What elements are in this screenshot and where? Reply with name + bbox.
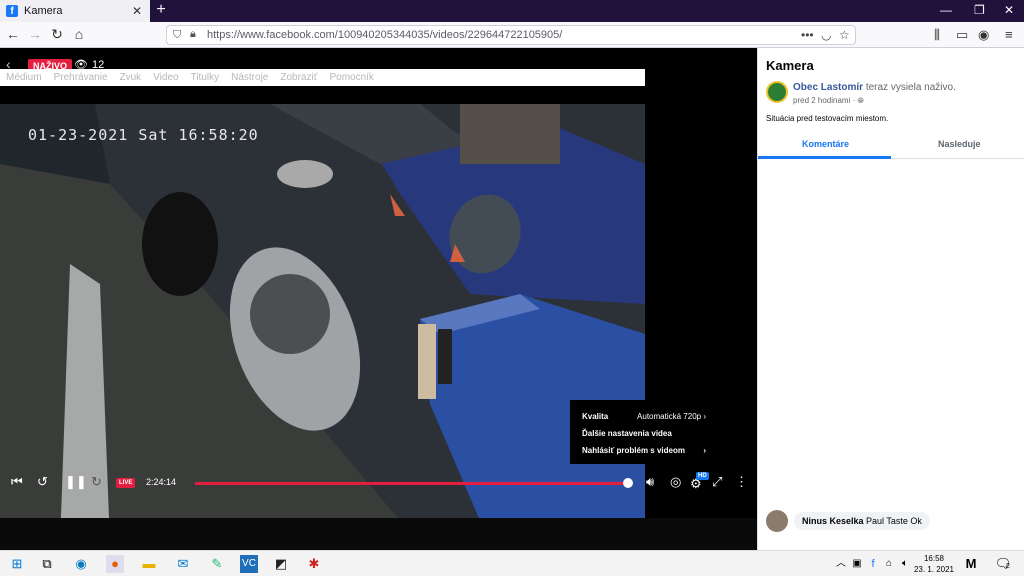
account-icon[interactable]: ◉ (978, 27, 989, 43)
report-option[interactable]: Nahlásiť problém s videom › (582, 446, 706, 455)
menu-item-video[interactable]: Video (153, 72, 178, 83)
pocket-icon[interactable]: ◡ (821, 28, 831, 42)
url-bar[interactable]: ⛉ 🔒︎ https://www.facebook.com/1009402053… (166, 25, 856, 45)
active-tab-indicator (758, 156, 891, 159)
home-icon[interactable]: ⌂ (70, 26, 88, 42)
network-app-icon[interactable]: ✱ (305, 555, 323, 573)
mail-icon[interactable]: ✉ (174, 555, 192, 573)
tab-following[interactable]: Nasleduje (938, 139, 981, 149)
rewind-10-icon[interactable]: ↺ (37, 474, 48, 490)
fullscreen-icon[interactable]: ⤢ (712, 474, 722, 490)
menu-item-audio[interactable]: Zvuk (120, 72, 142, 83)
author-line: Obec Lastomír teraz vysiela naživo. (793, 82, 956, 93)
skip-back-icon[interactable]: ⏮ (11, 474, 23, 490)
browser-tab[interactable]: f Kamera ✕ (0, 0, 150, 22)
tab-comments[interactable]: Komentáre (802, 139, 849, 149)
author-link[interactable]: Obec Lastomír (793, 82, 863, 93)
task-view-icon[interactable]: ⧉ (38, 555, 56, 573)
more-options-icon[interactable]: ⋮ (735, 474, 748, 490)
comment-text: Paul Taste Ok (866, 516, 922, 526)
chevron-right-icon: › (703, 412, 706, 421)
player-bottom-strip (0, 518, 757, 550)
post-time: pred 2 hodinami · 🌐︎ (793, 96, 864, 105)
menu-item-view[interactable]: Zobraziť (280, 72, 317, 83)
more-settings-option[interactable]: Ďalšie nastavenia videa (582, 429, 706, 438)
tray-mail-icon[interactable]: M (962, 555, 980, 573)
navigation-bar: ← → ↻ ⌂ ⛉ 🔒︎ https://www.facebook.com/10… (0, 22, 1024, 48)
menu-item-playback[interactable]: Prehrávanie (54, 72, 108, 83)
firefox-icon[interactable]: ● (106, 555, 124, 573)
page-content: ‹ NAŽIVO 👁︎ 12 Médium Prehrávanie Zvuk V… (0, 48, 1024, 550)
shield-icon[interactable]: ⛉ (173, 29, 181, 42)
hd-badge: HD (696, 472, 709, 480)
comment-item: Ninus Keselka Paul Taste Ok (766, 510, 930, 532)
edge-icon[interactable]: ◉ (72, 555, 90, 573)
forward-icon[interactable]: → (26, 26, 44, 42)
progress-handle[interactable] (623, 478, 633, 488)
back-icon[interactable]: ← (4, 26, 22, 42)
menu-icon[interactable]: ≡ (1005, 27, 1013, 42)
menu-item-medium[interactable]: Médium (6, 72, 42, 83)
player-menu-bar: Médium Prehrávanie Zvuk Video Titulky Ná… (0, 69, 645, 86)
facebook-icon: f (6, 5, 18, 17)
reload-icon[interactable]: ↻ (48, 26, 66, 43)
menu-item-tools[interactable]: Nástroje (231, 72, 268, 83)
lock-icon[interactable]: 🔒︎ (190, 28, 196, 41)
bookmark-star-icon[interactable]: ☆ (839, 28, 850, 42)
messenger-icon[interactable]: ◎ (670, 474, 681, 490)
settings-menu: Kvalita Automatická 720p › Ďalšie nastav… (570, 400, 710, 464)
close-window-icon[interactable]: ✕ (1004, 3, 1014, 17)
page-avatar[interactable] (766, 81, 788, 103)
new-tab-button[interactable]: + (154, 1, 168, 19)
side-panel: Kamera Obec Lastomír teraz vysiela naživ… (757, 48, 1024, 550)
notification-count: 2 (1006, 563, 1010, 570)
player-controls: ⏮ ↺ ❚❚ ↻ LIVE 2:24:14 🔊︎ ◎ ⚙ HD ⤢ ⋮ (0, 468, 757, 498)
forward-10-icon[interactable]: ↻ (91, 474, 102, 490)
elapsed-time: 2:24:14 (146, 477, 177, 487)
chevron-right-icon: › (703, 446, 706, 455)
comment-bubble: Ninus Keselka Paul Taste Ok (794, 512, 930, 530)
post-description: Situácia pred testovacím miestom. (766, 114, 889, 123)
menu-item-help[interactable]: Pomocník (329, 72, 373, 83)
commenter-avatar[interactable] (766, 510, 788, 532)
live-indicator[interactable]: LIVE (116, 478, 136, 488)
camera-timestamp: 01-23-2021 Sat 16:58:20 (28, 126, 259, 144)
file-explorer-icon[interactable]: ▬ (140, 555, 158, 573)
taskbar: ⊞ ⧉ ◉ ● ▬ ✉ ✎ VC ◩ ✱ ︿ ▣ f ⌂ 🔈︎ 16:58 23… (0, 550, 1024, 576)
library-icon[interactable]: ⫼ (934, 27, 940, 43)
video-player[interactable]: ‹ NAŽIVO 👁︎ 12 Médium Prehrávanie Zvuk V… (0, 48, 757, 550)
side-tabs: Komentáre Nasleduje (758, 131, 1024, 159)
title-bar: f Kamera ✕ + — ❐ ✕ (0, 0, 1024, 22)
restore-icon[interactable]: ❐ (974, 3, 985, 17)
sidebar-icon[interactable]: ▭ (956, 27, 968, 43)
minimize-icon[interactable]: — (940, 3, 952, 17)
quality-option[interactable]: Kvalita Automatická 720p › (582, 412, 706, 421)
url-text[interactable]: https://www.facebook.com/100940205344035… (207, 29, 562, 41)
progress-bar[interactable] (195, 482, 628, 485)
app-icon[interactable]: ✎ (208, 555, 226, 573)
menu-item-subtitles[interactable]: Titulky (191, 72, 220, 83)
close-tab-icon[interactable]: ✕ (132, 4, 142, 18)
pause-icon[interactable]: ❚❚ (65, 474, 87, 490)
windows-start-icon[interactable]: ⊞ (8, 555, 26, 573)
tab-title: Kamera (24, 5, 63, 17)
commenter-name[interactable]: Ninus Keselka (802, 516, 864, 526)
side-title: Kamera (766, 58, 814, 73)
more-actions-icon[interactable]: ••• (801, 28, 814, 42)
sticky-app-icon[interactable]: ◩ (272, 555, 290, 573)
vc-app-icon[interactable]: VC (240, 555, 258, 573)
globe-icon: 🌐︎ (857, 96, 864, 105)
volume-icon[interactable]: 🔊︎ (646, 474, 654, 490)
system-clock[interactable]: 16:58 23. 1. 2021 (910, 553, 958, 575)
